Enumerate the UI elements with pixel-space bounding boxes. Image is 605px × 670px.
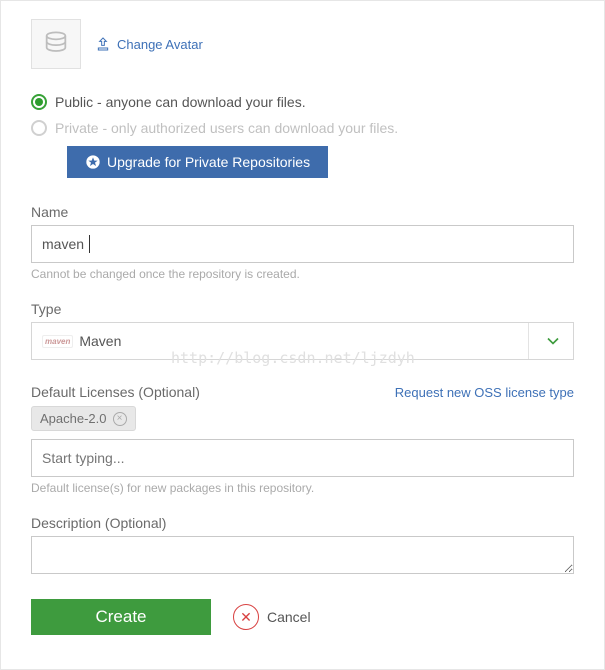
- maven-logo-icon: maven: [42, 335, 73, 348]
- change-avatar-label: Change Avatar: [117, 37, 203, 52]
- type-label: Type: [31, 301, 574, 317]
- remove-chip-icon[interactable]: ×: [113, 412, 127, 426]
- request-license-link[interactable]: Request new OSS license type: [395, 385, 574, 400]
- type-selected-value: Maven: [79, 333, 121, 349]
- chevron-down-icon: [543, 331, 563, 351]
- description-label: Description (Optional): [31, 515, 574, 531]
- name-helper: Cannot be changed once the repository is…: [31, 267, 574, 281]
- cancel-button[interactable]: ✕ Cancel: [233, 604, 311, 630]
- licenses-helper: Default license(s) for new packages in t…: [31, 481, 574, 495]
- star-circle-icon: [85, 154, 101, 170]
- license-chip-label: Apache-2.0: [40, 411, 107, 426]
- upgrade-button[interactable]: Upgrade for Private Repositories: [67, 146, 328, 178]
- upgrade-label: Upgrade for Private Repositories: [107, 154, 310, 170]
- visibility-public-label: Public - anyone can download your files.: [55, 94, 306, 110]
- name-input[interactable]: [31, 225, 574, 263]
- licenses-input[interactable]: [31, 439, 574, 477]
- licenses-label: Default Licenses (Optional): [31, 384, 200, 400]
- description-textarea[interactable]: [31, 536, 574, 574]
- radio-checked-icon: [31, 94, 47, 110]
- license-chip[interactable]: Apache-2.0 ×: [31, 406, 136, 431]
- text-cursor: [89, 235, 90, 253]
- cancel-label: Cancel: [267, 609, 311, 625]
- change-avatar-link[interactable]: Change Avatar: [95, 35, 203, 53]
- visibility-private-label: Private - only authorized users can down…: [55, 120, 398, 136]
- name-label: Name: [31, 204, 574, 220]
- radio-disabled-icon: [31, 120, 47, 136]
- visibility-private-radio: Private - only authorized users can down…: [31, 120, 574, 136]
- close-icon: ✕: [233, 604, 259, 630]
- create-button[interactable]: Create: [31, 599, 211, 635]
- type-select[interactable]: maven Maven: [31, 322, 574, 360]
- avatar-preview: [31, 19, 81, 69]
- database-icon: [42, 30, 70, 58]
- visibility-public-radio[interactable]: Public - anyone can download your files.: [31, 94, 574, 110]
- upload-icon: [95, 35, 111, 53]
